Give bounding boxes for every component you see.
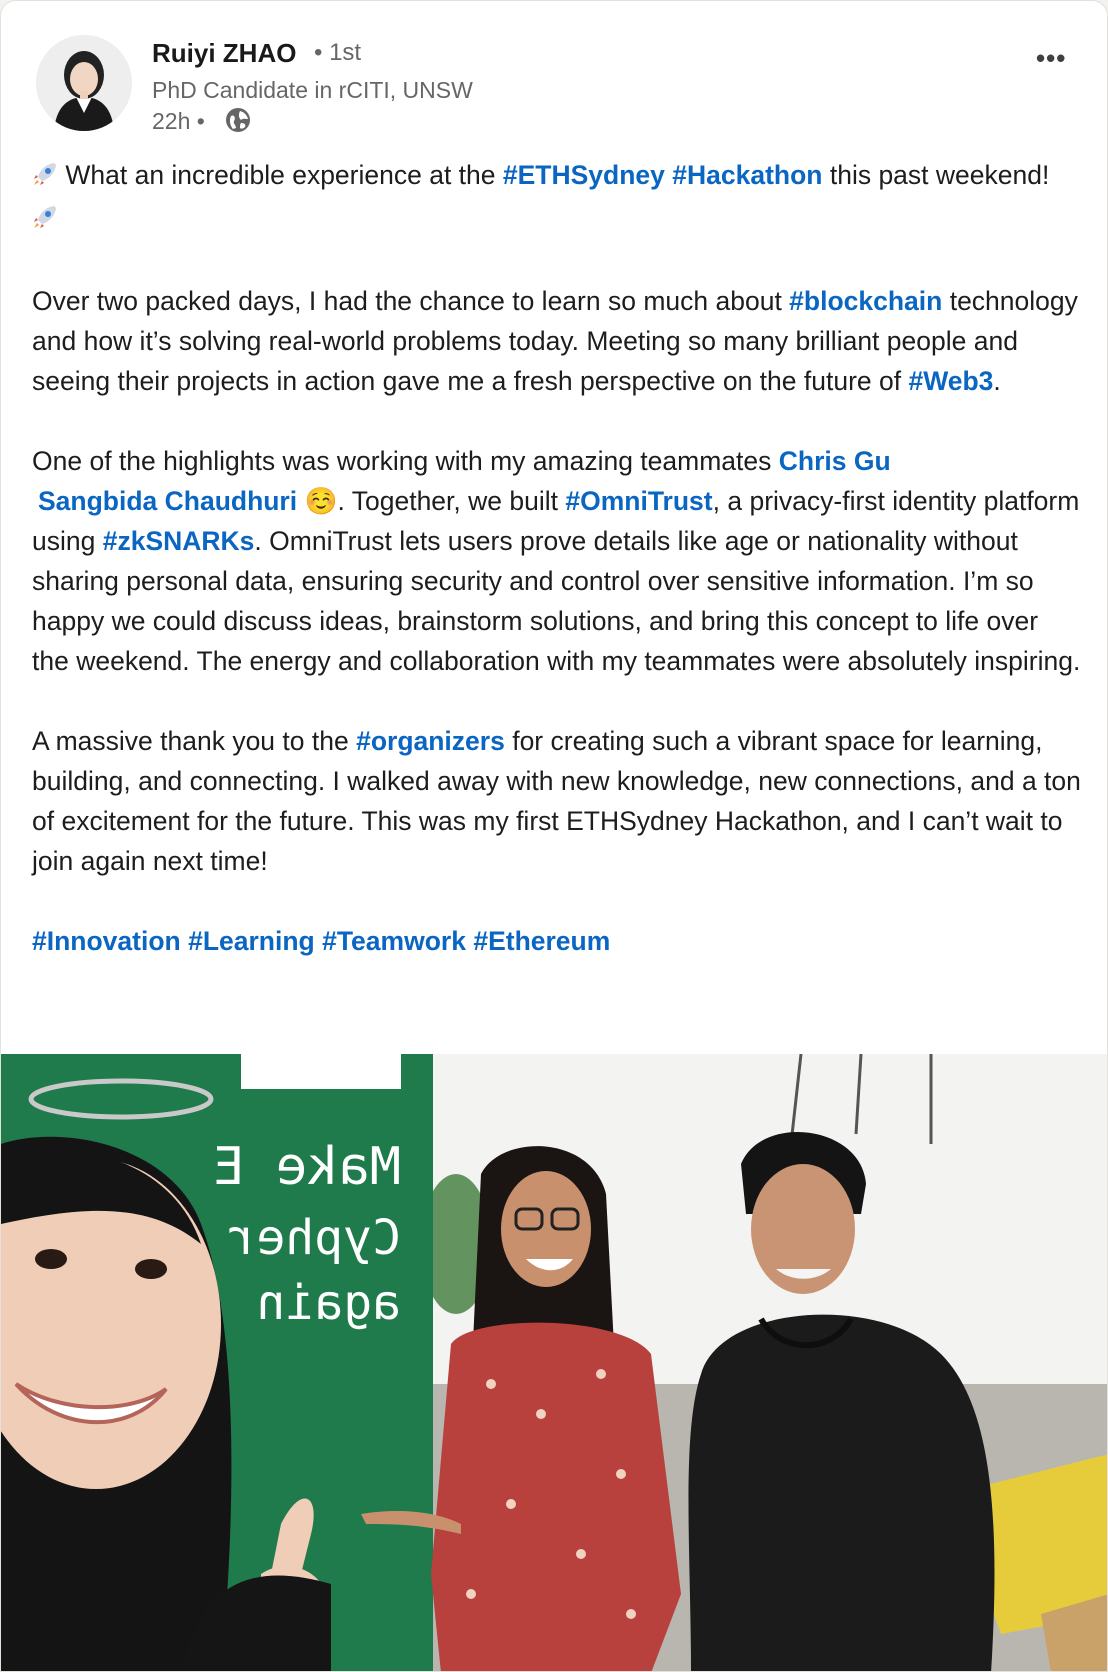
rocket-icon bbox=[32, 158, 58, 198]
text: this past weekend! bbox=[822, 160, 1050, 190]
text: . Together, we built bbox=[337, 486, 566, 516]
mention-link[interactable]: Sangbida Chaudhuri bbox=[38, 486, 297, 516]
hashtag-link[interactable]: #blockchain bbox=[789, 286, 942, 316]
rocket-icon bbox=[32, 201, 58, 241]
text: . bbox=[993, 366, 1001, 396]
hashtag-row: #Innovation #Learning #Teamwork #Ethereu… bbox=[32, 921, 1082, 961]
paragraph-3: One of the highlights was working with m… bbox=[32, 441, 1082, 681]
more-options-button[interactable]: ••• bbox=[1036, 43, 1066, 74]
post-header: Ruiyi ZHAO • 1st PhD Candidate in rCITI,… bbox=[36, 33, 1076, 143]
text: One of the highlights was working with m… bbox=[32, 446, 779, 476]
post-timestamp: 22h • bbox=[152, 108, 205, 134]
post-image[interactable]: Make E Cypher again bbox=[1, 1054, 1107, 1671]
text: A massive thank you to the bbox=[32, 726, 357, 756]
paragraph-2: Over two packed days, I had the chance t… bbox=[32, 281, 1082, 401]
hashtag-link[interactable]: #Ethereum bbox=[473, 926, 610, 956]
post-text: What an incredible experience at the #ET… bbox=[32, 155, 1082, 961]
hashtag-link[interactable]: #Hackathon bbox=[672, 160, 822, 190]
mention-link[interactable]: Chris Gu bbox=[779, 446, 891, 476]
hashtag-link[interactable]: #OmniTrust bbox=[565, 486, 712, 516]
hashtag-link[interactable]: #Teamwork bbox=[322, 926, 466, 956]
author-name[interactable]: Ruiyi ZHAO bbox=[152, 38, 296, 69]
connection-degree: • 1st bbox=[314, 39, 362, 66]
banner-line-2: Cypher bbox=[228, 1210, 401, 1266]
emoji: ☺️ bbox=[304, 486, 338, 516]
banner-line-1: Make E bbox=[213, 1137, 401, 1197]
post-card: Ruiyi ZHAO • 1st PhD Candidate in rCITI,… bbox=[0, 0, 1108, 1672]
hashtag-link[interactable]: #ETHSydney bbox=[503, 160, 665, 190]
hashtag-link[interactable]: #Learning bbox=[188, 926, 315, 956]
hashtag-link[interactable]: #zkSNARKs bbox=[103, 526, 255, 556]
author-avatar[interactable] bbox=[36, 35, 132, 131]
text: Over two packed days, I had the chance t… bbox=[32, 286, 790, 316]
hashtag-link[interactable]: #Innovation bbox=[32, 926, 181, 956]
paragraph-4: A massive thank you to the #organizers f… bbox=[32, 721, 1082, 881]
globe-icon bbox=[224, 106, 252, 139]
author-headline: PhD Candidate in rCITI, UNSW bbox=[152, 77, 473, 103]
hashtag-link[interactable]: #Web3 bbox=[908, 366, 993, 396]
paragraph-1: What an incredible experience at the #ET… bbox=[32, 155, 1082, 241]
hashtag-link[interactable]: #organizers bbox=[356, 726, 505, 756]
banner-line-3: again bbox=[257, 1275, 402, 1331]
text: What an incredible experience at the bbox=[58, 160, 503, 190]
